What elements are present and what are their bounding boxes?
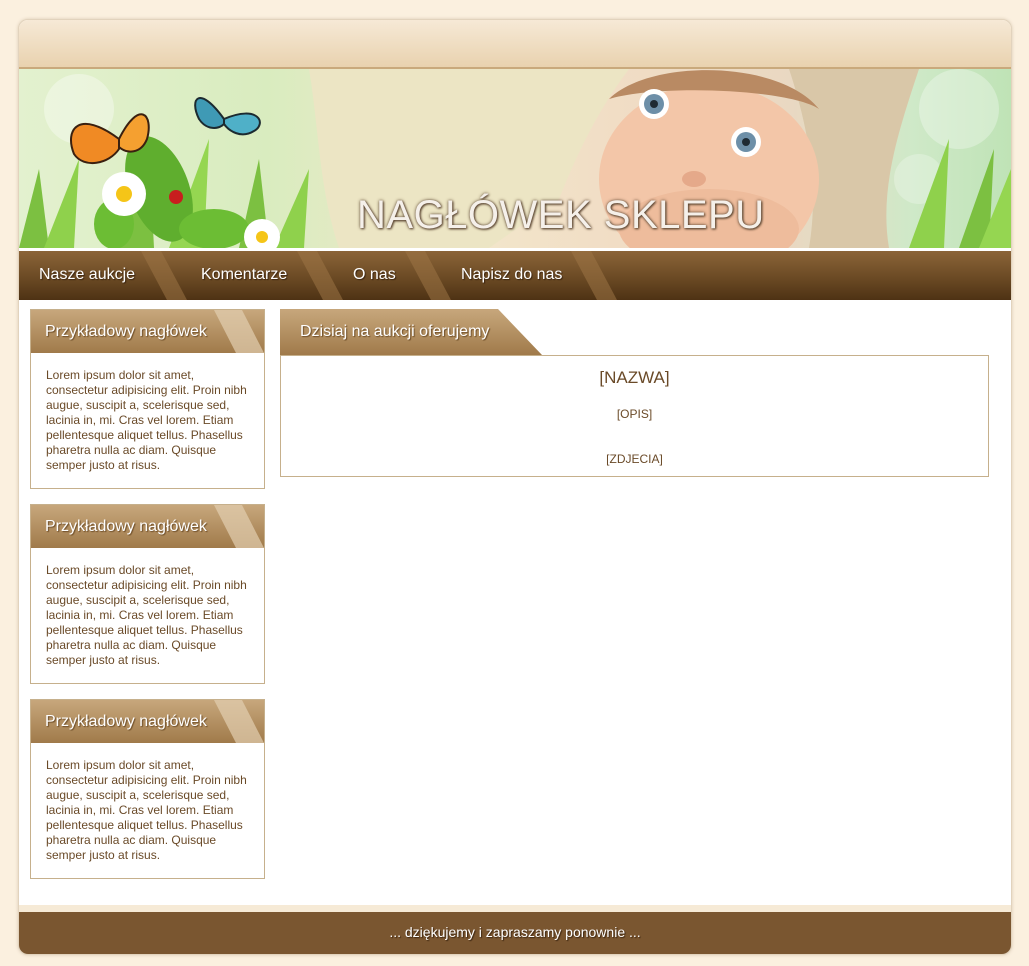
header-corner-decoration <box>214 505 264 548</box>
nav-separator <box>141 251 187 300</box>
item-photos: [ZDJECIA] <box>606 452 663 466</box>
nav-item-about[interactable]: O nas <box>353 251 396 300</box>
footer-divider <box>19 905 1011 912</box>
nav-item-contact[interactable]: Napisz do nas <box>461 251 562 300</box>
header-corner-decoration <box>214 700 264 743</box>
nav-item-auctions[interactable]: Nasze aukcje <box>39 251 135 300</box>
footer: ... dziękujemy i zapraszamy ponownie ... <box>19 912 1011 954</box>
page-container: NAGŁÓWEK SKLEPU Nasze aukcje Komentarze … <box>18 19 1012 955</box>
item-description: [OPIS] <box>616 407 653 421</box>
auction-section-title: Dzisiaj na aukcji oferujemy <box>300 323 490 340</box>
footer-text: ... dziękujemy i zapraszamy ponownie ... <box>389 924 641 940</box>
sidebar-box-text: Lorem ipsum dolor sit amet, consectetur … <box>46 563 247 667</box>
sidebar-box-header: Przykładowy nagłówek <box>31 700 264 743</box>
top-bar <box>19 20 1011 69</box>
ladybug-icon <box>169 190 183 204</box>
sidebar-box-title: Przykładowy nagłówek <box>45 323 207 340</box>
sidebar-box: Przykładowy nagłówek Lorem ipsum dolor s… <box>30 504 265 684</box>
item-name: [NAZWA] <box>599 368 670 387</box>
auction-section-tab: Dzisiaj na aukcji oferujemy <box>280 309 542 355</box>
header-banner: NAGŁÓWEK SKLEPU <box>19 69 1011 248</box>
shop-title: NAGŁÓWEK SKLEPU <box>357 193 765 237</box>
sidebar-box-title: Przykładowy nagłówek <box>45 713 207 730</box>
sidebar-box-title: Przykładowy nagłówek <box>45 518 207 535</box>
sidebar-box-text: Lorem ipsum dolor sit amet, consectetur … <box>46 368 247 472</box>
sidebar-box-text: Lorem ipsum dolor sit amet, consectetur … <box>46 758 247 862</box>
sidebar-box-header: Przykładowy nagłówek <box>31 505 264 548</box>
nav-separator <box>571 251 617 300</box>
nav-separator <box>297 251 343 300</box>
nav-separator <box>405 251 451 300</box>
sidebar-box: Przykładowy nagłówek Lorem ipsum dolor s… <box>30 309 265 489</box>
sidebar-box: Przykładowy nagłówek Lorem ipsum dolor s… <box>30 699 265 879</box>
auction-item-panel: [NAZWA] [OPIS] [ZDJECIA] <box>280 355 989 477</box>
sidebar-box-header: Przykładowy nagłówek <box>31 310 264 353</box>
nav-item-comments[interactable]: Komentarze <box>201 251 287 300</box>
header-corner-decoration <box>214 310 264 353</box>
main-navigation: Nasze aukcje Komentarze O nas Napisz do … <box>19 251 1011 300</box>
